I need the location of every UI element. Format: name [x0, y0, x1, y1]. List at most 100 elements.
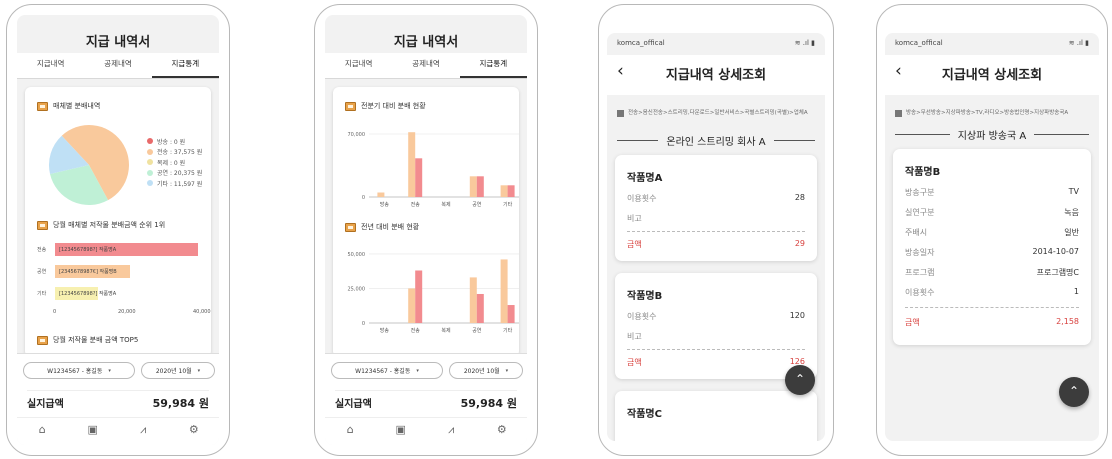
- work-card[interactable]: 작품명A 이용횟수 28 비고 금액 29: [615, 155, 817, 261]
- phone-stats-bars: 지급 내역서 지급내역 공제내역 지급통계 전분기 대비 분배 현황 70,00…: [314, 4, 538, 456]
- total-label: 실지급액: [335, 399, 372, 410]
- divider: [627, 349, 805, 350]
- document-icon[interactable]: ▣: [83, 423, 103, 436]
- month-select[interactable]: 2020년 10월 ▾: [141, 362, 215, 379]
- bar-전송-0: [408, 132, 416, 197]
- monitor-icon: [37, 220, 48, 230]
- category-label: 전송: [411, 327, 421, 334]
- header: ‹ 지급내역 상세조회: [885, 55, 1099, 95]
- row-amount: 금액 2,158: [905, 317, 1079, 327]
- tick-label: 40,000: [193, 309, 211, 315]
- company-header: 지상파 방송국 A: [895, 127, 1089, 142]
- signal-battery-icon: ≋ .ıl ▮: [1068, 39, 1089, 47]
- document-icon[interactable]: ▣: [391, 423, 411, 436]
- pie-legend: 방송 : 0 원 전송 : 37,575 원 복제 : 0 원 공연 : 20,…: [147, 136, 202, 189]
- chevron-down-icon: ▾: [197, 367, 201, 374]
- bar-기타-1: [507, 305, 515, 323]
- gear-icon[interactable]: ⚙: [184, 423, 204, 436]
- tick-label: 70,000: [348, 132, 366, 138]
- company-name: 지상파 방송국 A: [957, 131, 1027, 142]
- section-title: 전분기 대비 분배 현황: [361, 102, 426, 110]
- row-usage: 이용횟수 1: [905, 287, 1079, 297]
- tab-deduction[interactable]: 공제내역: [392, 53, 459, 78]
- section-header: 당월 저작물 분배 금액 TOP5: [37, 335, 138, 345]
- section-header: 매체별 분배내역: [37, 101, 100, 111]
- tab-statistics[interactable]: 지급통계: [459, 53, 527, 78]
- section-header: 전년 대비 분배 현황: [345, 222, 419, 232]
- page-title: 지급 내역서: [85, 35, 151, 50]
- company-header: 온라인 스트리밍 회사 A: [617, 133, 815, 148]
- member-select[interactable]: W1234567 - 홍길동 ▾: [331, 362, 443, 379]
- work-card[interactable]: 작품명C: [615, 391, 817, 441]
- section-header: 당월 매체별 저작물 분배금액 순위 1위: [37, 220, 165, 230]
- bottom-nav: ⌂ ▣ ⩘ ⚙: [325, 417, 527, 441]
- screen: komca_offical ≋ .ıl ▮ ‹ 지급내역 상세조회 방송>무선방…: [885, 33, 1099, 441]
- bar-공연-1: [476, 176, 484, 197]
- row-performance-type: 실연구분 녹음: [905, 208, 1079, 217]
- work-card[interactable]: 작품명B 방송구분 TV 실연구분 녹음 주배시 일반 방송일자 2014-10-07 …: [893, 149, 1091, 345]
- chart-icon[interactable]: ⩘: [133, 423, 153, 437]
- total-value: 59,984 원: [152, 396, 209, 410]
- hbar-label: 공연: [37, 269, 47, 275]
- category-label: 기타: [503, 201, 513, 208]
- row-broadcast-date: 방송일자 2014-10-07: [905, 247, 1079, 257]
- work-title: 작품명B: [905, 167, 941, 178]
- divider: [905, 307, 1079, 308]
- row-amount: 금액 126: [627, 357, 805, 367]
- tab-bar: 지급내역 공제내역 지급통계: [17, 53, 219, 79]
- scroll-top-button[interactable]: ⌃: [1059, 377, 1089, 407]
- breadcrumb: 전송>음신전송>스트리밍,다운로드>일반서비스>곡별스트리밍(곡별)>업체A: [617, 109, 815, 118]
- bottom-nav: ⌂ ▣ ⩘ ⚙: [17, 417, 219, 441]
- breadcrumb-text: 방송>무선방송>지상파방송>TV,라디오>방송법인명>지상파방송국A: [906, 110, 1069, 116]
- tick-label: 25,000: [348, 286, 366, 292]
- row-usage: 이용횟수 28: [627, 193, 805, 203]
- member-select[interactable]: W1234567 - 홍길동 ▾: [23, 362, 135, 379]
- tab-deduction[interactable]: 공제내역: [84, 53, 151, 78]
- bar-기타-0: [500, 259, 508, 323]
- gear-icon[interactable]: ⚙: [492, 423, 512, 436]
- tick-label: 0: [53, 309, 57, 315]
- footer: W1234567 - 홍길동 ▾ 2020년 10월 ▾ 실지급액 59,984 원…: [325, 353, 527, 445]
- chevron-down-icon: ▾: [416, 367, 419, 374]
- work-card[interactable]: 작품명B 이용횟수 120 비고 금액 126: [615, 273, 817, 379]
- monitor-icon: [345, 222, 356, 232]
- home-icon[interactable]: ⌂: [340, 423, 360, 436]
- work-title: 작품명B: [627, 291, 663, 302]
- category-label: 복제: [441, 201, 451, 208]
- home-icon[interactable]: ⌂: [32, 423, 52, 436]
- phone-stats-pie: 지급 내역서 지급내역 공제내역 지급통계 매체별 분배내역 방송 : 0 원 …: [6, 4, 230, 456]
- work-title: 작품명A: [627, 173, 663, 184]
- bar-방송-0: [377, 192, 385, 197]
- phone-detail-online: komca_offical ≋ .ıl ▮ ‹ 지급내역 상세조회 전송>음신전…: [598, 4, 834, 456]
- tab-payment[interactable]: 지급내역: [325, 53, 392, 78]
- total-row: 실지급액 59,984 원: [27, 390, 209, 412]
- tab-statistics[interactable]: 지급통계: [151, 53, 219, 78]
- total-value: 59,984 원: [460, 396, 517, 410]
- chart-icon[interactable]: ⩘: [441, 423, 461, 437]
- footer: W1234567 - 홍길동 ▾ 2020년 10월 ▾ 실지급액 59,984 원…: [17, 353, 219, 445]
- row-program: 프로그램 프로그램명C: [905, 268, 1079, 277]
- section-header: 전분기 대비 분배 현황: [345, 101, 426, 111]
- category-label: 방송: [380, 327, 390, 334]
- breadcrumb-icon: [617, 110, 624, 117]
- hbar-label: 기타: [37, 291, 47, 297]
- divider: [627, 231, 805, 232]
- tab-payment[interactable]: 지급내역: [17, 53, 84, 78]
- month-select[interactable]: 2020년 10월 ▾: [449, 362, 523, 379]
- legend-item: 공연 : 20,375 원: [147, 168, 202, 179]
- status-bar: komca_offical ≋ .ıl ▮: [617, 39, 815, 47]
- page-title: 지급 내역서: [393, 35, 459, 50]
- pie-chart: [48, 125, 129, 205]
- scroll-top-button[interactable]: ⌃: [785, 365, 815, 395]
- screen: komca_offical ≋ .ıl ▮ ‹ 지급내역 상세조회 전송>음신전…: [607, 33, 825, 441]
- chevron-down-icon: ▾: [108, 367, 111, 374]
- total-row: 실지급액 59,984 원: [335, 390, 517, 412]
- row-broadcast-type: 방송구분 TV: [905, 187, 1079, 197]
- section-title: 당월 저작물 분배 금액 TOP5: [53, 336, 139, 344]
- hbar-text: [2345678987€] 작품명B: [59, 269, 117, 275]
- row-note: 비고: [627, 332, 642, 341]
- bar-전송-0: [408, 288, 416, 323]
- hbar-label: 전송: [37, 247, 47, 253]
- bar-전송-1: [415, 270, 423, 323]
- page-title: 지급내역 상세조회: [665, 68, 767, 83]
